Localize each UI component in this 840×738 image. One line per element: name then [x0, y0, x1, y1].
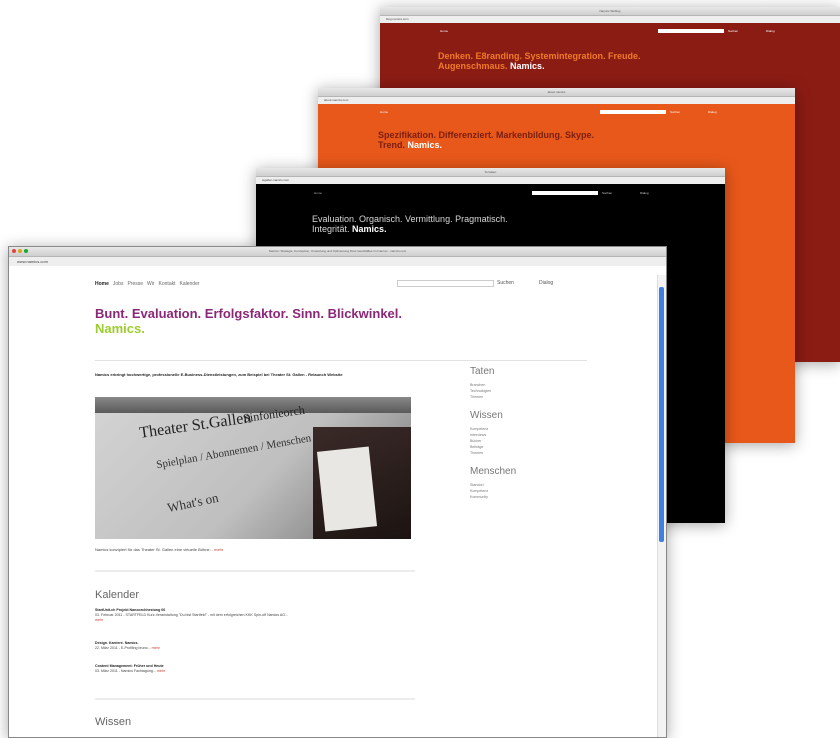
sidebar-section-taten: Taten Branchen Technologien Themen — [470, 366, 590, 400]
hero-brand: Namics. — [407, 140, 443, 151]
search-button[interactable]: Suchen — [602, 191, 612, 195]
calendar-item-date: 22. März 2011 - E-Profiling bruno... — [95, 646, 151, 650]
page-content: Home Jobs Presse Wir Kontakt Kalender Su… — [9, 266, 666, 737]
search-input[interactable] — [600, 110, 666, 114]
url-text[interactable]: stgallen.namics.com — [262, 178, 289, 183]
sidebar-section-wissen: Wissen Kompetenz Interviews Bücher Beitr… — [470, 410, 590, 456]
url-text[interactable]: about.namics.com — [324, 98, 348, 103]
window-titlebar[interactable]: Namics Weblog — [380, 7, 840, 16]
sidebar-heading[interactable]: Menschen — [470, 466, 590, 477]
feature-caption: Namics konzipiert für das Theater St. Ga… — [95, 547, 223, 552]
sidebar-heading[interactable]: Wissen — [470, 410, 590, 421]
calendar-item[interactable]: Design. Karriere. Namics. 22. März 2011 … — [95, 641, 395, 651]
window-titlebar[interactable]: Namics: Strategie, Konzeption, Umsetzung… — [9, 247, 666, 257]
dialog-button[interactable]: Dialog — [640, 191, 649, 195]
search-button[interactable]: Suchen — [670, 110, 680, 114]
section-divider — [95, 360, 587, 361]
nav-home[interactable]: Home — [95, 281, 109, 287]
caption-more-link[interactable]: mehr — [214, 547, 223, 552]
sidebar-heading[interactable]: Taten — [470, 366, 590, 377]
nav-presse[interactable]: Presse — [127, 281, 143, 287]
photo-paper — [316, 446, 378, 532]
wissen-heading: Wissen — [95, 716, 132, 728]
calendar-item[interactable]: Content Management: Früher und Heute 03.… — [95, 664, 395, 674]
hero-headline: Bunt. Evaluation. Erfolgsfaktor. Sinn. B… — [95, 306, 415, 337]
nav-wir[interactable]: Wir — [147, 281, 155, 287]
nav-jobs[interactable]: Jobs — [113, 281, 124, 287]
browser-window-main[interactable]: Namics: Strategie, Konzeption, Umsetzung… — [8, 246, 667, 738]
intro-text: Namics erbringt hochwertige, professione… — [95, 372, 343, 377]
nav-kontakt[interactable]: Kontakt — [159, 281, 176, 287]
search-input[interactable] — [658, 29, 724, 33]
feature-image[interactable]: Theater St.Gallen Sinfonieorch Spielplan… — [95, 397, 411, 539]
main-nav: Home Jobs Presse Wir Kontakt Kalender — [95, 281, 200, 287]
url-text[interactable]: www.namics.com — [17, 258, 48, 265]
sidebar-link[interactable]: Themen — [470, 450, 590, 456]
hero-headline: Evaluation. Organisch. Vermittlung. Prag… — [312, 214, 532, 235]
hero-text: Evaluation. Organisch. Vermittlung. Prag… — [312, 214, 508, 235]
calendar-item-date: 03. März 2011 - Namics Fachtagung... — [95, 669, 156, 673]
scrollbar-thumb[interactable] — [659, 287, 664, 542]
hero-headline: Denken. E8randing. Systemintegration. Fr… — [438, 51, 678, 72]
sidebar-link[interactable]: Themen — [470, 394, 590, 400]
nav-home[interactable]: Home — [380, 110, 388, 114]
window-titlebar[interactable]: St.Galen — [256, 168, 725, 177]
caption-text: Namics konzipiert für das Theater St. Ga… — [95, 547, 213, 552]
dialog-button[interactable]: Dialog — [539, 280, 553, 286]
nav-home[interactable]: Home — [440, 29, 448, 33]
hero-brand: Namics. — [510, 61, 545, 72]
calendar-heading: Kalender — [95, 589, 140, 601]
calendar-item[interactable]: StartUnit.ch Projekt Nanoorchhestung 06 … — [95, 608, 395, 623]
calendar-item-more-link[interactable]: mehr — [95, 618, 395, 623]
nav-kalender[interactable]: Kalender — [180, 281, 200, 287]
search-input[interactable] — [397, 280, 494, 287]
nav-home[interactable]: Home — [314, 191, 322, 195]
dialog-button[interactable]: Dialog — [766, 29, 775, 33]
search-button[interactable]: Suchen — [728, 29, 738, 33]
hero-brand: Namics. — [95, 321, 145, 337]
hero-text: Bunt. Evaluation. Erfolgsfaktor. Sinn. B… — [95, 306, 402, 321]
window-title: Namics Weblog — [599, 9, 621, 13]
calendar-item-more-link[interactable]: mehr — [157, 669, 165, 673]
calendar-item-more-link[interactable]: mehr — [152, 646, 160, 650]
hero-brand: Namics. — [352, 224, 387, 235]
hero-headline: Spezifikation. Differenziert. Markenbild… — [378, 130, 618, 151]
photo-theater-text: Theater St.Gallen — [138, 409, 253, 442]
photo-whats-on-text: What's on — [165, 489, 220, 516]
dialog-button[interactable]: Dialog — [708, 110, 717, 114]
sidebar-link[interactable]: Kommunity — [470, 494, 590, 500]
search-button[interactable]: Suchen — [497, 280, 514, 286]
window-title: about namics — [547, 90, 566, 94]
vertical-scrollbar[interactable] — [657, 275, 666, 737]
window-titlebar[interactable]: about namics — [318, 88, 795, 97]
section-divider — [95, 698, 415, 700]
section-divider — [95, 570, 415, 572]
sidebar: Taten Branchen Technologien Themen Wisse… — [470, 366, 590, 510]
window-title: St.Galen — [484, 170, 497, 174]
url-text[interactable]: blog.namics.com — [386, 17, 409, 22]
search-input[interactable] — [532, 191, 598, 195]
sidebar-section-menschen: Menschen Standort Kompetenz Kommunity — [470, 466, 590, 500]
window-title: Namics: Strategie, Konzeption, Umsetzung… — [268, 249, 407, 253]
